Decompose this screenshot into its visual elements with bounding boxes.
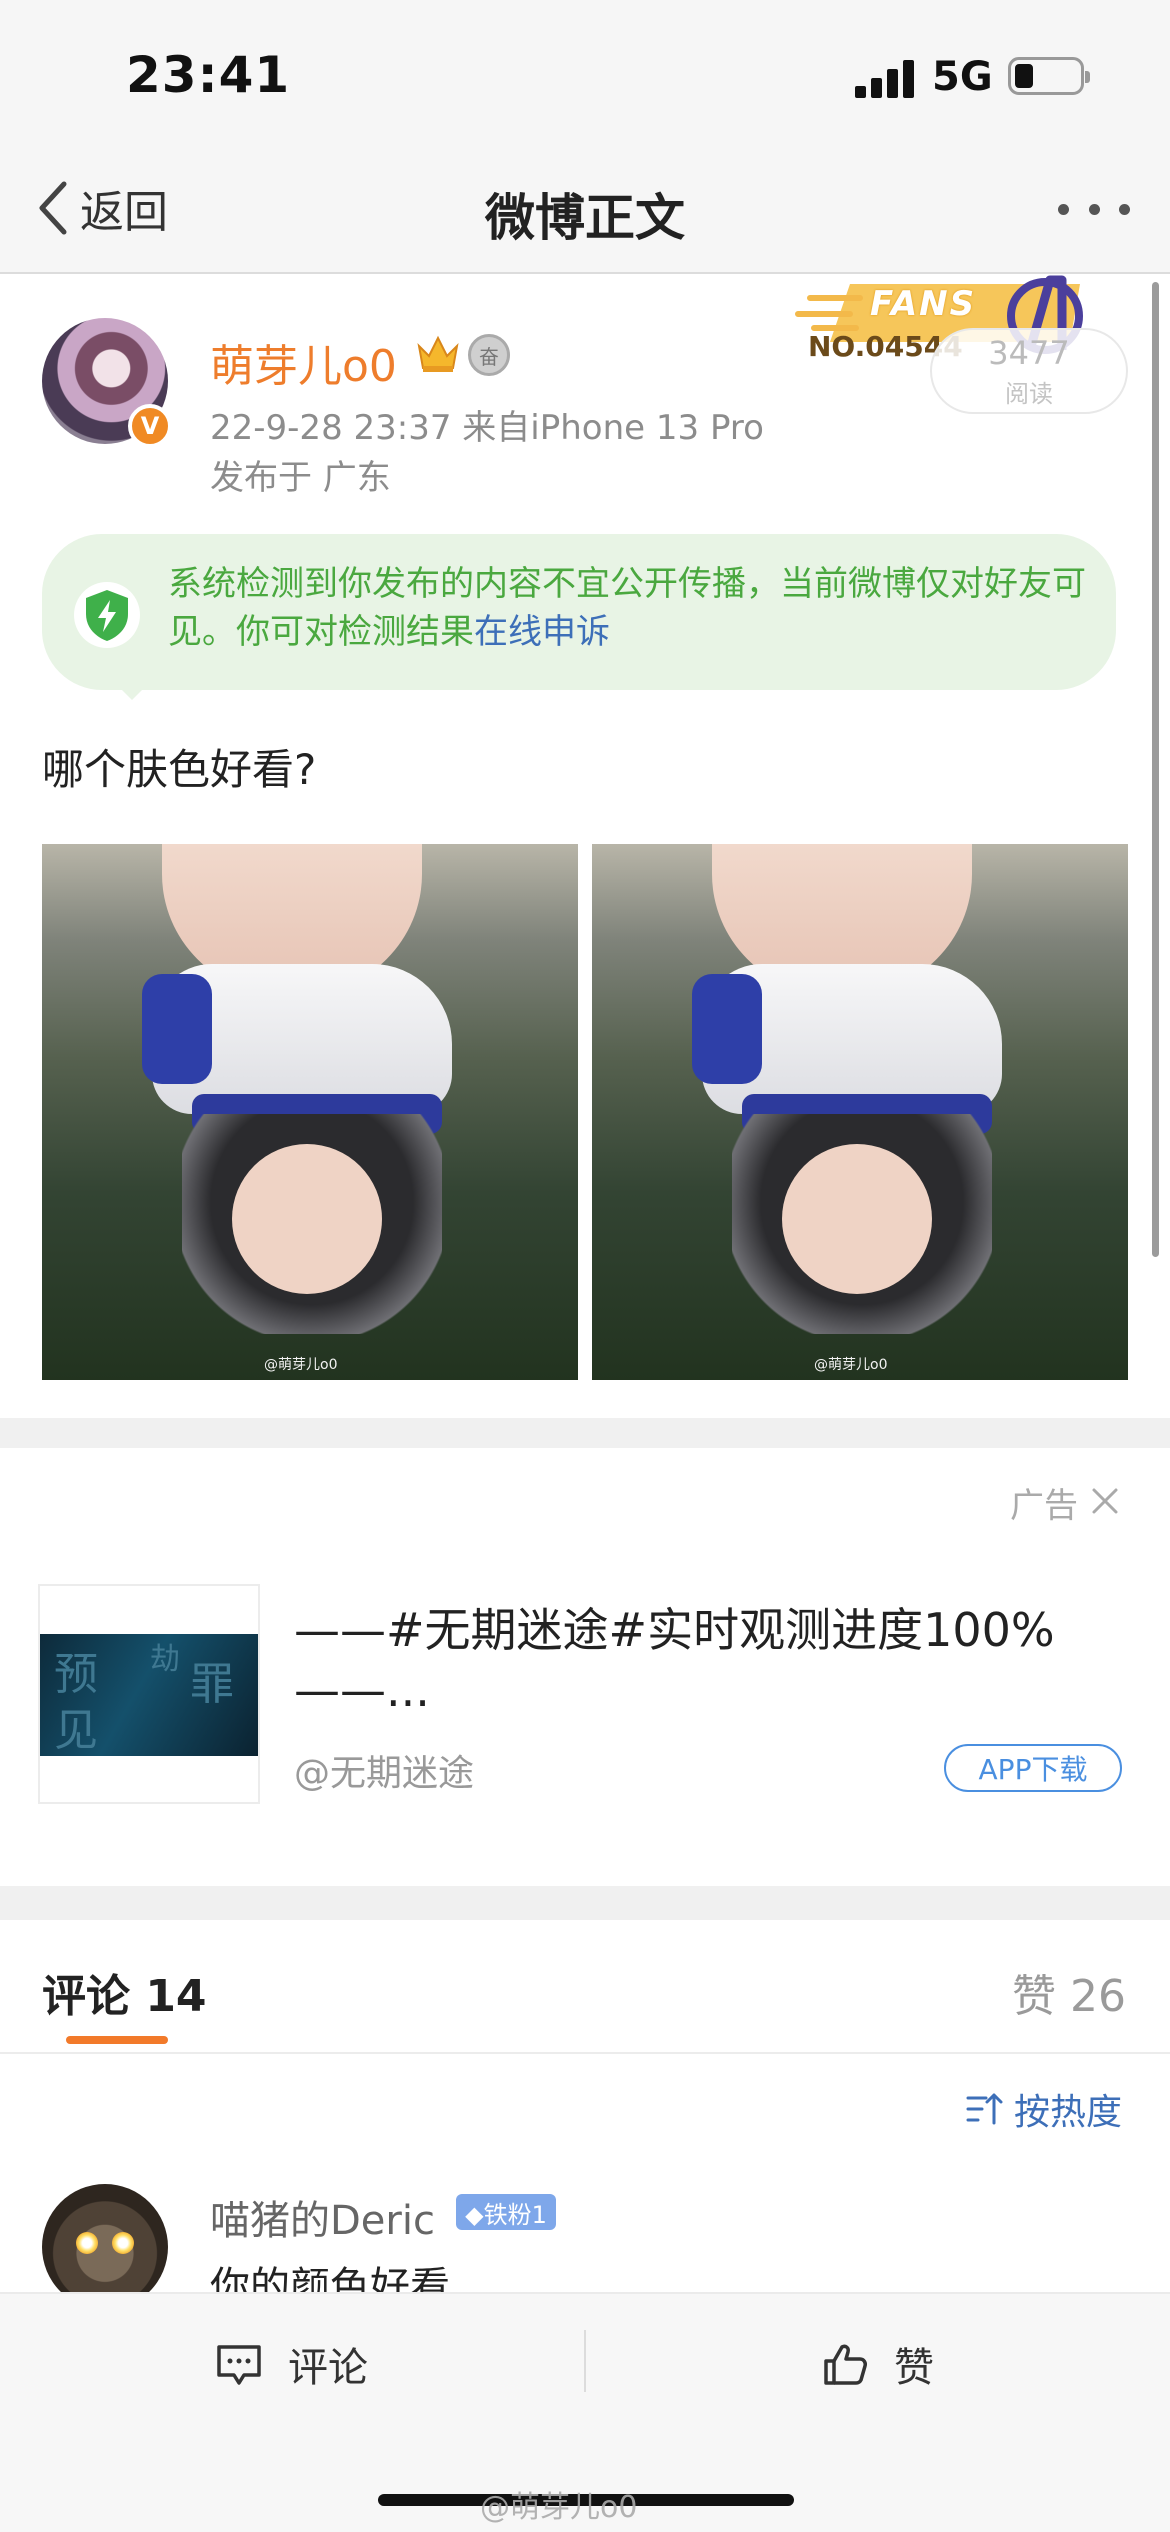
comment-icon: [217, 2345, 261, 2385]
more-options-button[interactable]: [1058, 202, 1130, 216]
medal-icon: 奋: [468, 334, 510, 376]
toolbar-separator: [584, 2330, 586, 2392]
nav-bar: 返回 微博正文: [0, 150, 1170, 274]
post-image-2[interactable]: @萌芽儿o0: [592, 844, 1128, 1380]
screenshot-watermark: @萌芽儿o0: [480, 2490, 638, 2525]
notice-text: 系统检测到你发布的内容不宜公开传播，当前微博仅对好友可见。你可对检测结果在线申诉: [168, 560, 1088, 656]
author-name[interactable]: 萌芽儿o0: [210, 330, 397, 394]
post-location: 发布于 广东: [210, 458, 391, 498]
ad-label: 广告: [1010, 1486, 1078, 1526]
notice-message: 系统检测到你发布的内容不宜公开传播，当前微博仅对好友可见。你可对检测结果: [168, 564, 1086, 652]
app-download-button[interactable]: APP下载: [944, 1744, 1122, 1792]
sort-label: 按热度: [1014, 2092, 1123, 2133]
section-divider: [0, 1886, 1170, 1920]
sort-icon: [966, 2093, 1003, 2125]
signal-icon: [855, 58, 915, 98]
shield-icon: [74, 582, 140, 648]
read-count: 3477: [988, 334, 1070, 372]
image-watermark: @萌芽儿o0: [264, 1357, 338, 1373]
like-button[interactable]: 赞: [820, 2334, 934, 2394]
appeal-link[interactable]: 在线申诉: [474, 612, 610, 652]
notice-tail: [118, 686, 146, 700]
read-label: 阅读: [1005, 380, 1053, 408]
crown-icon: [417, 335, 459, 372]
like-label: 赞: [894, 2345, 934, 2391]
status-bar: 23:41 5G: [0, 0, 1170, 150]
tab-likes[interactable]: 赞 26: [1012, 1960, 1126, 2024]
verified-icon: V: [128, 404, 172, 448]
ad-title[interactable]: ——#无期迷途#实时观测进度100%——...: [294, 1600, 1114, 1720]
ad-thumbnail[interactable]: 预见 劫罪: [38, 1584, 260, 1804]
section-divider: [0, 1418, 1170, 1448]
active-tab-indicator: [66, 2036, 168, 2044]
fans-badge-label: FANS: [870, 284, 977, 324]
comment-label: 评论: [288, 2345, 368, 2391]
comment-button[interactable]: 评论: [214, 2334, 368, 2394]
status-time: 23:41: [126, 46, 291, 104]
close-icon[interactable]: [1090, 1486, 1120, 1516]
commenter-name[interactable]: 喵猪的Deric: [210, 2188, 435, 2246]
scroll-indicator: [1152, 282, 1159, 1257]
post-timestamp: 22-9-28 23:37 来自iPhone 13 Pro: [210, 408, 764, 448]
sort-button[interactable]: 按热度: [964, 2084, 1122, 2134]
ad-source: @无期迷途: [294, 1753, 475, 1794]
page-title: 微博正文: [485, 189, 685, 247]
fan-badge: ◆铁粉1: [456, 2194, 556, 2230]
image-watermark: @萌芽儿o0: [814, 1357, 888, 1373]
battery-icon: [1008, 57, 1090, 95]
post-text: 哪个肤色好看?: [42, 745, 317, 794]
post-image-1[interactable]: @萌芽儿o0: [42, 844, 578, 1380]
thumbs-up-icon: [824, 2344, 867, 2385]
network-type: 5G: [932, 54, 993, 100]
tab-comments[interactable]: 评论 14: [42, 1960, 207, 2024]
tabs-divider: [0, 2052, 1170, 2054]
